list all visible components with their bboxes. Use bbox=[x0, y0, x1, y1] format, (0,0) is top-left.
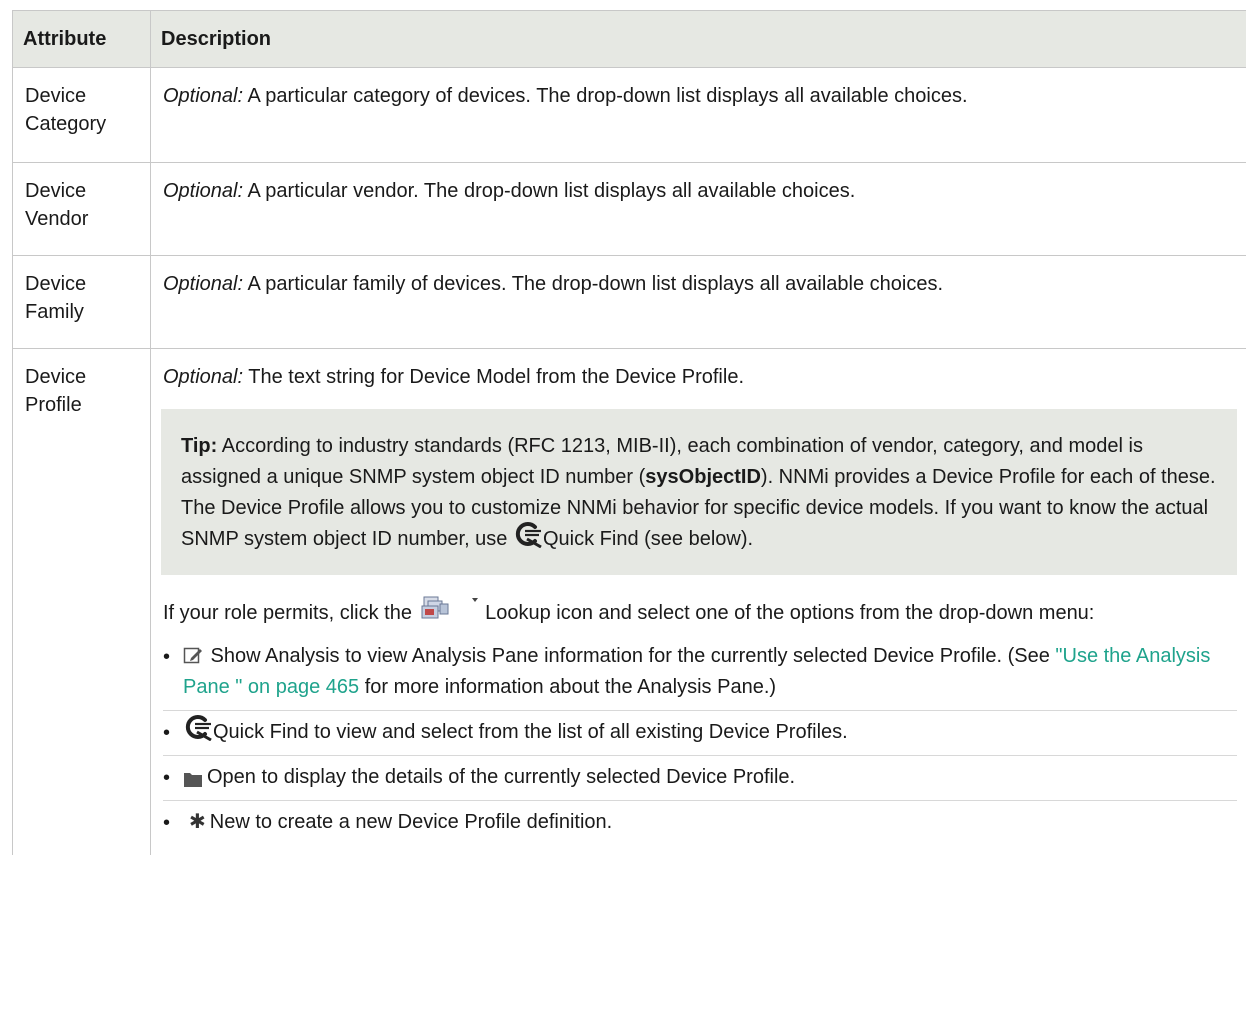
list-item: • Show Analysis to view Analysis Pane in… bbox=[163, 644, 1211, 698]
tip-label: Tip: bbox=[181, 435, 218, 457]
list-item: • Quick Find to view and select from the… bbox=[163, 710, 1237, 755]
lookup-text: Lookup icon and select one of the option… bbox=[479, 602, 1095, 624]
sysobjectid-term: sysObjectID bbox=[645, 466, 761, 488]
quick-find-icon[interactable] bbox=[183, 713, 213, 742]
list-item: • Open to display the details of the cur… bbox=[163, 755, 1237, 800]
quick-find-icon bbox=[513, 520, 543, 549]
description-text: The text string for Device Model from th… bbox=[243, 366, 744, 388]
lookup-paragraph: If your role permits, click the Lookup i… bbox=[163, 594, 1237, 629]
attribute-line: Family bbox=[25, 301, 84, 323]
attribute-line: Profile bbox=[25, 394, 82, 416]
table-header-row: Attribute Description bbox=[12, 10, 1246, 68]
optional-label: Optional: bbox=[163, 273, 244, 295]
attribute-cell: Device Profile bbox=[12, 348, 151, 855]
folder-icon[interactable] bbox=[183, 767, 203, 787]
profile-description: Optional: The text string for Device Mod… bbox=[163, 363, 1237, 391]
table-row: Device Profile Optional: The text string… bbox=[12, 348, 1246, 855]
description-cell: Optional: A particular vendor. The drop-… bbox=[150, 162, 1246, 256]
optional-label: Optional: bbox=[163, 180, 244, 202]
header-description: Description bbox=[150, 10, 1246, 68]
tip-box: Tip: According to industry standards (RF… bbox=[161, 409, 1237, 575]
attribute-cell: Device Vendor bbox=[12, 162, 151, 256]
description-cell: Optional: A particular family of devices… bbox=[150, 255, 1246, 349]
table-row: Device Category Optional: A particular c… bbox=[12, 67, 1246, 163]
optional-label: Optional: bbox=[163, 85, 244, 107]
description-text: A particular vendor. The drop-down list … bbox=[243, 180, 856, 202]
new-star-icon[interactable]: ✱ bbox=[189, 811, 206, 833]
lookup-options-list: • Show Analysis to view Analysis Pane in… bbox=[163, 635, 1237, 845]
lookup-icon[interactable] bbox=[418, 594, 480, 622]
attribute-cell: Device Category bbox=[12, 67, 151, 163]
attribute-cell: Device Family bbox=[12, 255, 151, 349]
option-text: Open to display the details of the curre… bbox=[207, 766, 796, 788]
option-text: Show Analysis to view Analysis Pane info… bbox=[205, 645, 1056, 667]
attribute-line: Device bbox=[25, 180, 87, 202]
list-item: • ✱ New to create a new Device Profile de… bbox=[163, 800, 1237, 845]
attribute-line: Device bbox=[25, 366, 87, 388]
option-text: New to create a new Device Profile defin… bbox=[209, 811, 613, 833]
table-row: Device Vendor Optional: A particular ven… bbox=[12, 162, 1246, 256]
tip-text: Quick Find (see below). bbox=[542, 528, 754, 550]
edit-icon[interactable] bbox=[183, 644, 203, 664]
optional-label: Optional: bbox=[163, 366, 244, 388]
description-cell: Optional: The text string for Device Mod… bbox=[150, 348, 1246, 855]
attribute-line: Device bbox=[25, 85, 87, 107]
lookup-text: If your role permits, click the bbox=[163, 602, 418, 624]
attribute-line: Category bbox=[25, 113, 107, 135]
description-cell: Optional: A particular category of devic… bbox=[150, 67, 1246, 163]
attribute-table: Attribute Description Device Category Op… bbox=[12, 10, 1246, 855]
attribute-line: Vendor bbox=[25, 208, 89, 230]
table-row: Device Family Optional: A particular fam… bbox=[12, 255, 1246, 349]
description-text: A particular family of devices. The drop… bbox=[243, 273, 944, 295]
option-text: Quick Find to view and select from the l… bbox=[213, 721, 848, 743]
option-text: for more information about the Analysis … bbox=[359, 676, 777, 698]
header-attribute: Attribute bbox=[12, 10, 151, 68]
attribute-line: Device bbox=[25, 273, 87, 295]
description-text: A particular category of devices. The dr… bbox=[243, 85, 968, 107]
